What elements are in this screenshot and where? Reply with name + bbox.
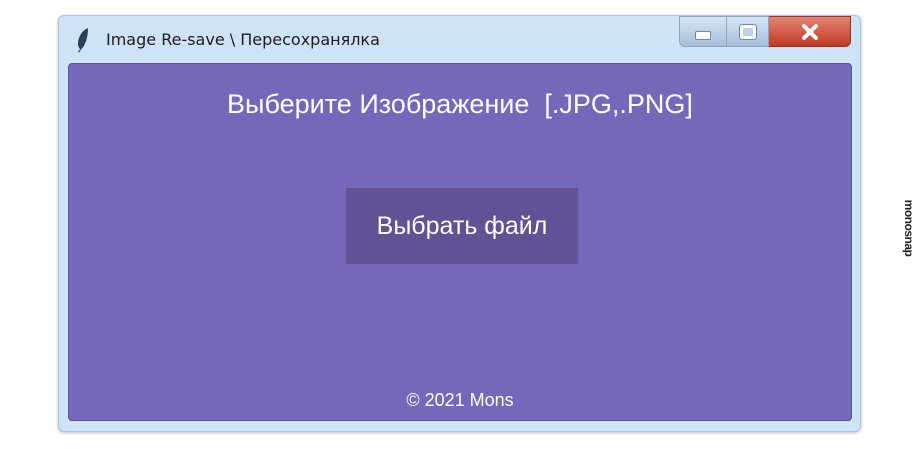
choose-file-button[interactable]: Выбрать файл	[346, 188, 578, 264]
app-window: Image Re-save \ Пересохранялка Выберите …	[58, 15, 861, 432]
window-title: Image Re-save \ Пересохранялка	[106, 30, 380, 49]
maximize-icon	[738, 23, 757, 40]
title-bar[interactable]: Image Re-save \ Пересохранялка	[59, 16, 860, 62]
maximize-button[interactable]	[726, 16, 769, 47]
monosnap-watermark: monosnap	[897, 193, 920, 263]
select-image-heading: Выберите Изображение [.JPG,.PNG]	[227, 89, 693, 119]
minimize-button[interactable]	[679, 16, 726, 47]
close-icon	[801, 23, 818, 40]
copyright-footer: © 2021 Mons	[406, 390, 514, 410]
main-panel: Выберите Изображение [.JPG,.PNG] Выбрать…	[68, 63, 852, 421]
watermark-text: monosnap	[902, 199, 916, 257]
window-controls	[679, 16, 851, 47]
close-button[interactable]	[769, 16, 851, 47]
minimize-icon	[695, 31, 711, 40]
feather-icon	[78, 28, 88, 53]
